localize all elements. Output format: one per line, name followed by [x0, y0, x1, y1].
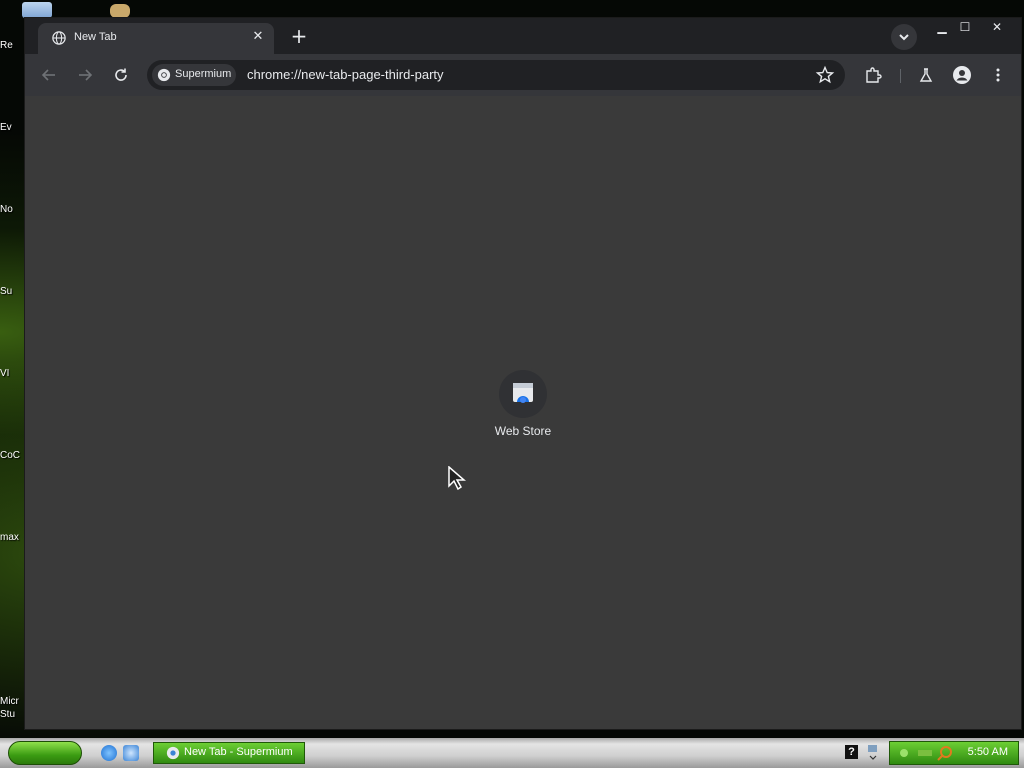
maximize-icon: ☐: [959, 20, 971, 34]
close-icon: ✕: [991, 20, 1003, 34]
internet-explorer-icon[interactable]: [101, 745, 117, 761]
help-icon[interactable]: ?: [845, 745, 858, 759]
taskbar-button-label: New Tab - Supermium: [184, 746, 293, 758]
toolbar: Supermium chrome://new-tab-page-third-pa…: [25, 54, 1021, 96]
desktop-icon-label[interactable]: max: [0, 532, 26, 543]
chromium-logo-icon: [157, 68, 171, 82]
shortcut-web-store[interactable]: Web Store: [471, 366, 575, 456]
clock[interactable]: 5:50 AM: [968, 746, 1008, 758]
reload-button[interactable]: [109, 63, 133, 87]
desktop-icon-recycle-bin[interactable]: [22, 2, 52, 18]
system-tray: 5:50 AM: [889, 741, 1019, 765]
desktop-icon-label[interactable]: Stu: [0, 709, 26, 720]
web-store-icon: [513, 383, 533, 403]
arrow-left-icon: [41, 69, 55, 81]
labs-button[interactable]: [914, 63, 938, 87]
chevron-down-icon: [899, 34, 909, 41]
tab-title: New Tab: [74, 31, 117, 43]
url-text[interactable]: chrome://new-tab-page-third-party: [247, 67, 444, 82]
menu-button[interactable]: [986, 63, 1010, 87]
mouse-cursor-icon: [448, 466, 466, 490]
profile-button[interactable]: [950, 63, 974, 87]
globe-icon: [52, 31, 66, 45]
address-bar[interactable]: Supermium chrome://new-tab-page-third-pa…: [147, 60, 845, 90]
supermium-icon: [166, 746, 180, 760]
start-button[interactable]: [8, 741, 82, 765]
shortcut-label: Web Store: [494, 424, 552, 438]
desktop-icon-label[interactable]: VI: [0, 368, 26, 379]
desktop-icon-label[interactable]: Re: [0, 40, 26, 51]
browser-window: New Tab ✕ + ▁ ☐ ✕ Supermium chrome://new…: [24, 17, 1022, 730]
taskbar: New Tab - Supermium ? 5:50 AM: [0, 738, 1024, 768]
tab-new-tab[interactable]: New Tab ✕: [38, 23, 274, 54]
tray-expand-icon[interactable]: [867, 743, 879, 763]
shortcut-icon-circle: [499, 370, 547, 418]
show-desktop-icon[interactable]: [123, 745, 139, 761]
bookmark-button[interactable]: [815, 65, 835, 85]
extensions-button[interactable]: [861, 63, 885, 87]
desktop-icon-label[interactable]: Su: [0, 286, 26, 297]
new-tab-page: Web Store: [25, 96, 1021, 729]
desktop-icon-label[interactable]: CoC: [0, 450, 26, 461]
desktop-icon-image[interactable]: [110, 4, 130, 18]
toolbar-separator: [900, 69, 901, 83]
site-chip-label: Supermium: [175, 68, 232, 80]
tray-icons[interactable]: [894, 742, 954, 764]
person-icon: [953, 66, 971, 84]
kebab-menu-icon: [996, 68, 1000, 82]
maximize-button[interactable]: ☐: [951, 18, 979, 36]
star-icon: [815, 65, 835, 84]
plus-icon: +: [290, 24, 308, 48]
reload-icon: [115, 68, 127, 81]
new-tab-button[interactable]: +: [288, 26, 310, 48]
desktop-icon-label[interactable]: Micr: [0, 696, 26, 707]
tab-strip: New Tab ✕ + ▁ ☐ ✕: [25, 18, 1021, 54]
tab-search-button[interactable]: [891, 24, 917, 50]
close-window-button[interactable]: ✕: [983, 18, 1011, 36]
minimize-icon: ▁: [937, 20, 947, 34]
site-info-chip[interactable]: Supermium: [152, 64, 236, 86]
flask-icon: [919, 68, 933, 82]
forward-button[interactable]: [73, 63, 97, 87]
desktop-icon-label[interactable]: Ev: [0, 122, 26, 133]
close-icon[interactable]: ✕: [250, 29, 266, 45]
desktop-icon-label[interactable]: No: [0, 204, 26, 215]
arrow-right-icon: [79, 69, 93, 81]
taskbar-button-supermium[interactable]: New Tab - Supermium: [153, 742, 305, 764]
back-button[interactable]: [37, 63, 61, 87]
puzzle-icon: [866, 67, 882, 83]
